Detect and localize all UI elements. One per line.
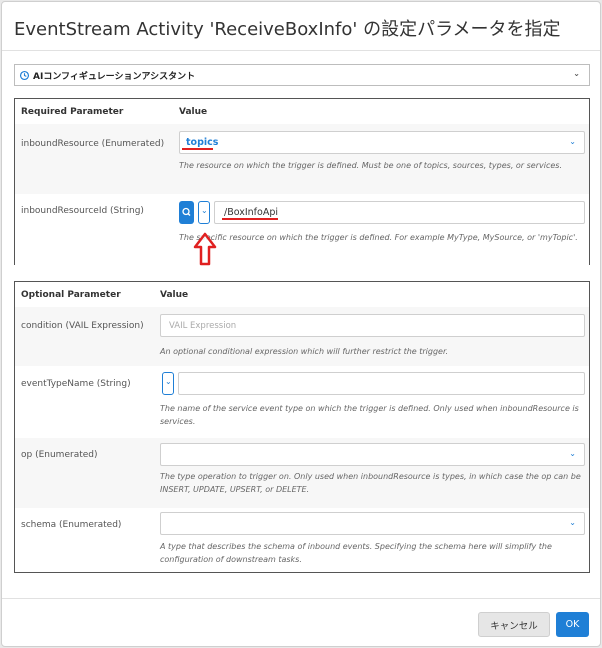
cancel-button[interactable]: キャンセル xyxy=(478,612,550,637)
param-description: The name of the service event type on wh… xyxy=(160,404,579,426)
annotation-underline xyxy=(222,218,278,220)
param-label: inboundResource (Enumerated) xyxy=(21,139,165,149)
condition-placeholder: VAIL Expression xyxy=(169,321,237,331)
eventTypeName-input[interactable] xyxy=(178,372,585,395)
param-description: The specific resource on which the trigg… xyxy=(179,233,578,242)
param-description: A type that describes the schema of inbo… xyxy=(160,542,552,564)
ai-assistant-toggle[interactable]: AIコンフィギュレーションアシスタント ⌄ xyxy=(14,64,590,86)
schema-select[interactable]: ⌄ xyxy=(160,512,585,535)
required-parameters-section: Required Parameter Value inboundResource… xyxy=(14,98,590,266)
param-row-schema: schema (Enumerated) ⌄ A type that descri… xyxy=(15,508,589,572)
optional-header-value: Value xyxy=(160,290,189,300)
param-row-condition: condition (VAIL Expression) VAIL Express… xyxy=(15,307,589,366)
inboundResourceId-value: /BoxInfoApi xyxy=(224,207,279,218)
condition-input[interactable]: VAIL Expression xyxy=(160,314,585,337)
param-description: The resource on which the trigger is def… xyxy=(179,161,563,170)
required-header: Required Parameter Value xyxy=(15,99,589,124)
param-row-eventTypeName: eventTypeName (String) ⌄ The name of the… xyxy=(15,366,589,438)
required-header-param: Required Parameter xyxy=(21,107,124,117)
inboundResourceId-input[interactable]: /BoxInfoApi xyxy=(214,201,585,224)
ai-assistant-label: AIコンフィギュレーションアシスタント xyxy=(33,71,196,82)
param-description: An optional conditional expression which… xyxy=(160,347,449,356)
annotation-arrow-icon xyxy=(193,232,217,266)
chevron-down-icon: ⌄ xyxy=(165,377,172,386)
ok-button[interactable]: OK xyxy=(556,612,589,637)
title-divider xyxy=(2,50,600,51)
options-dropdown-button[interactable]: ⌄ xyxy=(162,372,174,395)
op-select[interactable]: ⌄ xyxy=(160,443,585,466)
chevron-down-icon: ⌄ xyxy=(201,206,208,215)
param-row-op: op (Enumerated) ⌄ The type operation to … xyxy=(15,438,589,508)
chevron-down-icon: ⌄ xyxy=(573,69,580,78)
search-icon xyxy=(182,207,191,216)
chevron-down-icon: ⌄ xyxy=(569,518,576,527)
search-button[interactable] xyxy=(179,201,194,224)
footer-divider xyxy=(2,598,600,599)
param-label: inboundResourceId (String) xyxy=(21,206,144,216)
param-label: condition (VAIL Expression) xyxy=(21,321,144,331)
options-dropdown-button[interactable]: ⌄ xyxy=(198,201,210,224)
param-row-inboundResourceId: inboundResourceId (String) ⌄ /BoxInfoApi… xyxy=(15,194,589,266)
param-row-inboundResource: inboundResource (Enumerated) topics ⌄ Th… xyxy=(15,124,589,194)
param-label: eventTypeName (String) xyxy=(21,379,131,389)
inboundResource-select[interactable]: topics ⌄ xyxy=(179,131,585,154)
chevron-down-icon: ⌄ xyxy=(569,137,576,146)
param-label: op (Enumerated) xyxy=(21,450,98,460)
param-label: schema (Enumerated) xyxy=(21,520,122,530)
ai-assistant-icon xyxy=(19,70,30,80)
chevron-down-icon: ⌄ xyxy=(569,449,576,458)
parameter-dialog: EventStream Activity 'ReceiveBoxInfo' の設… xyxy=(1,1,601,647)
param-description: The type operation to trigger on. Only u… xyxy=(160,472,581,494)
inboundResource-value: topics xyxy=(186,137,219,148)
optional-header-param: Optional Parameter xyxy=(21,290,121,300)
required-header-value: Value xyxy=(179,107,208,117)
annotation-underline xyxy=(182,148,213,150)
dialog-title: EventStream Activity 'ReceiveBoxInfo' の設… xyxy=(14,19,561,40)
optional-parameters-section: Optional Parameter Value condition (VAIL… xyxy=(14,281,590,573)
optional-header: Optional Parameter Value xyxy=(15,282,589,307)
